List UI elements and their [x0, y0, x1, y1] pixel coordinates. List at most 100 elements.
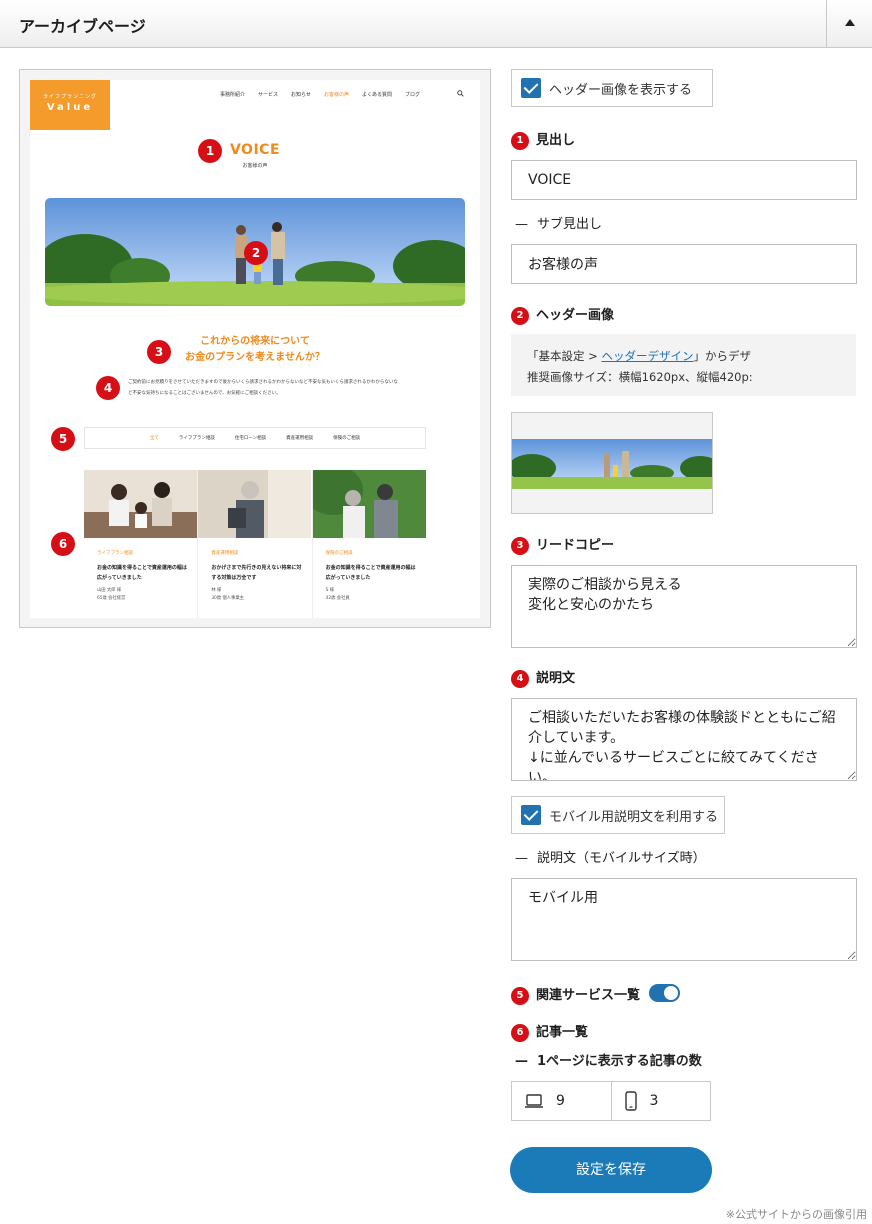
search-icon: [457, 90, 464, 97]
preview-tab: ライフプラン相談: [178, 436, 215, 441]
marker-1: 1: [511, 131, 529, 150]
header-design-link[interactable]: ヘッダーデザイン: [601, 349, 693, 363]
heading-label-text: 見出し: [536, 133, 576, 148]
related-services-label-text: 関連サービス一覧: [536, 988, 641, 1003]
dash: —: [515, 1054, 528, 1069]
articles-per-page-label-text: 1ページに表示する記事の数: [537, 1054, 702, 1069]
preview-logo-main: Value: [46, 102, 94, 113]
save-settings-button[interactable]: 設定を保存: [510, 1147, 712, 1193]
preview-description: ご契約前にお見積りをさせていただきますので後からいくら請求されるかわからないなど…: [128, 380, 398, 396]
laptop-icon: [525, 1094, 543, 1108]
preview-tab-active: 全て: [149, 436, 159, 441]
subheading-label-text: サブ見出し: [537, 217, 603, 232]
preview-article-list: ライフプラン相談 お金の知識を得ることで資産運用の幅は広がっていきました 山田 …: [84, 470, 426, 618]
articles-per-page-inputs: 9 3: [511, 1081, 711, 1121]
smartphone-icon: [624, 1091, 637, 1111]
preview-tab: 保険のご相談: [333, 436, 361, 441]
subheading-input[interactable]: [511, 244, 857, 284]
show-header-image-checkbox[interactable]: ヘッダー画像を表示する: [511, 69, 713, 107]
preview-tab: 資産運用相談: [286, 436, 314, 441]
desktop-count-field[interactable]: 9: [512, 1082, 611, 1120]
related-services-label: 5 関連サービス一覧: [511, 984, 640, 1005]
desktop-count-value[interactable]: 9: [556, 1093, 565, 1109]
toggle-knob: [663, 985, 679, 1001]
description-label-text: 説明文: [536, 671, 576, 686]
marker-4: 4: [511, 669, 529, 688]
use-mobile-description-checkbox[interactable]: モバイル用説明文を利用する: [511, 796, 725, 834]
checkbox-checked-icon[interactable]: [521, 78, 541, 98]
articles-label-text: 記事一覧: [536, 1025, 589, 1040]
preview-nav-item: お知らせ: [291, 92, 311, 98]
preview-service-tabs: 全て ライフプラン相談 住宅ローン相談 資産運用相談 保険のご相談: [84, 427, 426, 449]
header-image-label: 2 ヘッダー画像: [511, 304, 614, 325]
articles-per-page-label: — 1ページに表示する記事の数: [515, 1050, 702, 1069]
preview-lead-line: これからの将来について: [200, 336, 310, 347]
heading-input[interactable]: [511, 160, 857, 200]
preview-marker-2: 2: [244, 241, 268, 265]
marker-2: 2: [511, 306, 529, 325]
article-photo: [198, 470, 312, 538]
preview-nav-item: ブログ: [404, 92, 420, 98]
marker-3: 3: [511, 536, 529, 555]
header-image-label-text: ヘッダー画像: [536, 308, 615, 323]
dash: —: [515, 851, 528, 866]
mobile-count-value[interactable]: 3: [650, 1093, 659, 1109]
preview-article-category: ライフプラン相談: [97, 551, 133, 556]
description-label: 4 説明文: [511, 667, 575, 688]
header-image-note-line1: 「基本設定 > ヘッダーデザイン」からデザ: [527, 346, 840, 367]
panel-header: アーカイブページ: [0, 0, 872, 48]
note-suffix: 」からデザ: [693, 349, 751, 363]
lead-copy-textarea[interactable]: 実際のご相談から見える 変化と安心のかたち: [511, 565, 857, 648]
mobile-description-label-text: 説明文（モバイルサイズ時）: [537, 851, 706, 866]
preview-marker-3: 3: [147, 340, 171, 364]
note-prefix: 「基本設定 >: [527, 349, 602, 363]
preview-heading: VOICE: [229, 142, 281, 158]
preview-marker-6: 6: [51, 532, 75, 556]
preview-nav-item: よくある質問: [361, 92, 392, 98]
preview-marker-5: 5: [51, 427, 75, 451]
preview-page: ライフプランニング Value 事務所紹介 サービス お知らせ お客様の声 よく…: [30, 80, 480, 618]
subheading-label: — サブ見出し: [515, 213, 602, 232]
preview-logo: ライフプランニング Value: [30, 80, 110, 130]
lead-copy-label-text: リードコピー: [536, 538, 615, 553]
header-image-note-line2: 推奨画像サイズ：横幅1620px、縦幅420p:: [527, 370, 753, 384]
preview-marker-4: 4: [96, 376, 120, 400]
preview-lead-copy: これからの将来について お金のプランを考えませんか？: [30, 334, 480, 366]
preview-article-category: 資産運用相談: [211, 551, 239, 556]
lead-copy-label: 3 リードコピー: [511, 534, 614, 555]
preview-lead-line: お金のプランを考えませんか？: [185, 352, 325, 363]
collapse-arrow-icon: [845, 19, 855, 26]
preview-nav: 事務所紹介 サービス お知らせ お客様の声 よくある質問 ブログ: [220, 91, 420, 98]
mobile-count-field[interactable]: 3: [610, 1082, 711, 1120]
dash: —: [515, 217, 528, 232]
heading-label: 1 見出し: [511, 129, 575, 150]
preview-article-card: 保険のご相談 お金の知識を得ることで資産運用の幅は広がっていきました S 様 4…: [312, 470, 426, 618]
image-credit: ※公式サイトからの画像引用: [725, 1208, 867, 1221]
marker-6: 6: [511, 1023, 529, 1042]
related-services-toggle[interactable]: [649, 984, 680, 1002]
articles-label: 6 記事一覧: [511, 1021, 588, 1042]
preview-nav-item: サービス: [258, 92, 279, 98]
preview-article-meta: S 様 42歳 会社員: [325, 588, 350, 601]
article-photo: [312, 470, 426, 538]
header-image-thumbnail[interactable]: [511, 412, 713, 514]
marker-5: 5: [511, 986, 529, 1005]
preview-article-category: 保険のご相談: [325, 551, 353, 556]
preview-article-title: お金の知識を得ることで資産運用の幅は広がっていきました: [97, 565, 187, 581]
header-image-note: 「基本設定 > ヘッダーデザイン」からデザ 推奨画像サイズ：横幅1620px、縦…: [511, 334, 856, 396]
checkbox-checked-icon[interactable]: [521, 805, 541, 825]
mobile-description-textarea[interactable]: モバイル用: [511, 878, 857, 961]
archive-preview-image: ライフプランニング Value 事務所紹介 サービス お知らせ お客様の声 よく…: [19, 69, 491, 628]
panel-collapse-button[interactable]: [826, 0, 872, 47]
preview-article-title: お金の知識を得ることで資産運用の幅は広がっていきました: [325, 565, 416, 581]
show-header-image-label: ヘッダー画像を表示する: [549, 82, 693, 98]
preview-article-meta: 林 様 30歳 個人事業主: [211, 588, 244, 601]
preview-article-title: おかげさまで先行きの見えない将来に対する対策は万全です: [211, 565, 302, 581]
article-photo: [84, 470, 197, 538]
header-image-thumbnail-picture: [512, 413, 712, 513]
preview-logo-sub: ライフプランニング: [42, 94, 97, 100]
preview-article-card: ライフプラン相談 お金の知識を得ることで資産運用の幅は広がっていきました 山田 …: [84, 470, 198, 618]
description-textarea[interactable]: ご相談いただいたお客様の体験談ドとともにご紹介しています。 ↓に並んでいるサービ…: [511, 698, 857, 781]
mobile-description-label: — 説明文（モバイルサイズ時）: [515, 847, 706, 866]
preview-article-card: 資産運用相談 おかげさまで先行きの見えない将来に対する対策は万全です 林 様 3…: [198, 470, 312, 618]
